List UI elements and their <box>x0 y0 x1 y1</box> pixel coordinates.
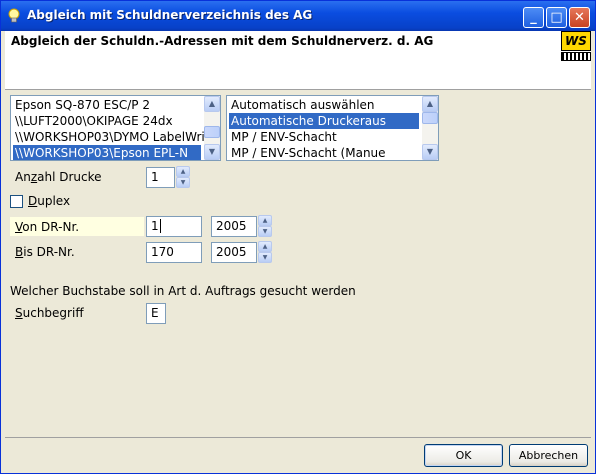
maximize-button[interactable]: □ <box>546 7 567 28</box>
lightbulb-icon <box>8 8 20 23</box>
from-year-stepper[interactable]: ▲ ▼ <box>258 215 272 237</box>
close-icon: ✕ <box>574 10 585 25</box>
scroll-thumb[interactable] <box>204 126 220 138</box>
tray-item[interactable]: MP / ENV-Schacht (Manue <box>229 145 419 160</box>
tray-scrollbar[interactable]: ▲ ▼ <box>422 96 438 160</box>
cancel-button[interactable]: Abbrechen <box>509 444 588 467</box>
to-year-stepper[interactable]: ▲ ▼ <box>258 241 272 263</box>
scroll-down-icon[interactable]: ▼ <box>204 144 220 160</box>
ok-button[interactable]: OK <box>424 444 503 467</box>
title-bar[interactable]: Abgleich mit Schuldnerverzeichnis des AG… <box>1 1 595 31</box>
minimize-button[interactable]: _ <box>523 7 544 28</box>
stepper-up-icon[interactable]: ▲ <box>258 241 272 252</box>
copies-stepper[interactable]: ▲ ▼ <box>176 166 190 188</box>
minimize-icon: _ <box>530 10 537 25</box>
scroll-down-icon[interactable]: ▼ <box>422 144 438 160</box>
footer-divider <box>5 437 591 438</box>
close-button[interactable]: ✕ <box>569 7 590 28</box>
from-year-input[interactable]: 2005 <box>211 216 257 237</box>
tray-listbox[interactable]: Automatisch auswählen Automatische Druck… <box>226 95 439 161</box>
stepper-up-icon[interactable]: ▲ <box>176 166 190 177</box>
to-year-input[interactable]: 2005 <box>211 242 257 263</box>
maximize-icon: □ <box>550 10 563 25</box>
printer-scrollbar[interactable]: ▲ ▼ <box>204 96 220 160</box>
tray-item[interactable]: Automatisch auswählen <box>229 97 419 113</box>
printer-item[interactable]: \\LUFT2000\OKIPAGE 24dx <box>13 113 201 129</box>
printer-listbox[interactable]: Epson SQ-870 ESC/P 2 \\LUFT2000\OKIPAGE … <box>10 95 221 161</box>
from-number-input[interactable]: 1 <box>146 216 202 237</box>
stepper-down-icon[interactable]: ▼ <box>258 252 272 263</box>
tray-item-selected[interactable]: Automatische Druckeraus <box>229 113 419 129</box>
from-label: Von DR-Nr. <box>15 220 80 234</box>
search-question: Welcher Buchstabe soll in Art d. Auftrag… <box>10 284 356 298</box>
stepper-up-icon[interactable]: ▲ <box>258 215 272 226</box>
duplex-checkbox[interactable] <box>10 195 23 208</box>
printer-item[interactable]: Epson SQ-870 ESC/P 2 <box>13 97 201 113</box>
ws-logo: WS <box>561 31 591 63</box>
scroll-up-icon[interactable]: ▲ <box>422 96 438 112</box>
window-title: Abgleich mit Schuldnerverzeichnis des AG <box>27 8 313 22</box>
duplex-label: Duplex <box>28 194 71 208</box>
scroll-up-icon[interactable]: ▲ <box>204 96 220 112</box>
tray-item[interactable]: MP / ENV-Schacht <box>229 129 419 145</box>
copies-label: Anzahl Drucke <box>15 170 102 184</box>
header-panel: Abgleich der Schuldn.-Adressen mit dem S… <box>5 31 591 90</box>
logo-bars-icon <box>561 52 591 61</box>
search-input[interactable]: E <box>146 303 166 324</box>
stepper-down-icon[interactable]: ▼ <box>176 177 190 188</box>
printer-item-selected[interactable]: \\WORKSHOP03\Epson EPL-N <box>13 145 201 160</box>
to-number-input[interactable]: 170 <box>146 242 202 263</box>
copies-input[interactable]: 1 <box>146 167 175 188</box>
page-title: Abgleich der Schuldn.-Adressen mit dem S… <box>11 34 434 48</box>
stepper-down-icon[interactable]: ▼ <box>258 226 272 237</box>
to-label: Bis DR-Nr. <box>15 245 75 259</box>
dialog-window: Abgleich mit Schuldnerverzeichnis des AG… <box>0 0 596 474</box>
printer-item[interactable]: \\WORKSHOP03\DYMO LabelWriter <box>13 129 220 145</box>
search-label: Suchbegriff <box>15 306 84 320</box>
scroll-thumb[interactable] <box>422 112 438 124</box>
logo-text: WS <box>561 31 591 51</box>
